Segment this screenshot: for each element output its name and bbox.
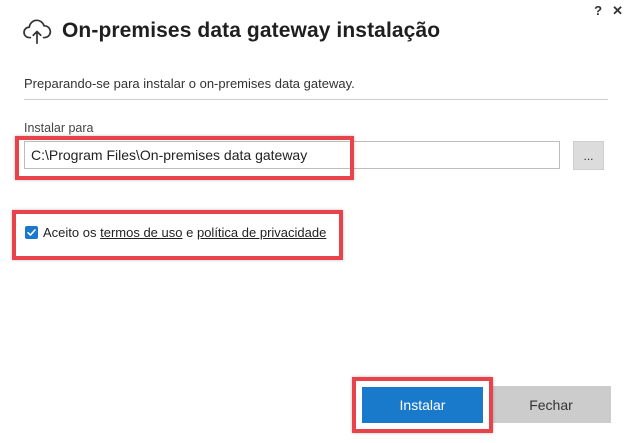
- close-window-button[interactable]: ✕: [612, 4, 623, 18]
- install-button[interactable]: Instalar: [362, 387, 483, 423]
- terms-conjunction: e: [186, 225, 194, 240]
- browse-button[interactable]: ...: [573, 141, 604, 170]
- status-text: Preparando-se para instalar o on-premise…: [24, 76, 355, 91]
- page-title: On-premises data gateway instalação: [62, 19, 441, 42]
- terms-row: Aceito os termos de uso e política de pr…: [25, 225, 326, 240]
- terms-checkbox[interactable]: [25, 226, 38, 239]
- help-button[interactable]: ?: [594, 4, 602, 18]
- divider: [24, 99, 608, 100]
- privacy-policy-link[interactable]: política de privacidade: [197, 225, 326, 240]
- install-path-label: Instalar para: [24, 121, 94, 135]
- close-button[interactable]: Fechar: [491, 386, 611, 423]
- header: On-premises data gateway instalação: [22, 16, 440, 46]
- terms-prefix: Aceito os: [43, 225, 97, 240]
- terms-of-use-link[interactable]: termos de uso: [100, 225, 182, 240]
- checkmark-icon: [27, 229, 36, 236]
- cloud-upload-icon: [23, 19, 52, 45]
- install-path-input[interactable]: [24, 141, 560, 169]
- window-controls: ? ✕: [594, 4, 623, 18]
